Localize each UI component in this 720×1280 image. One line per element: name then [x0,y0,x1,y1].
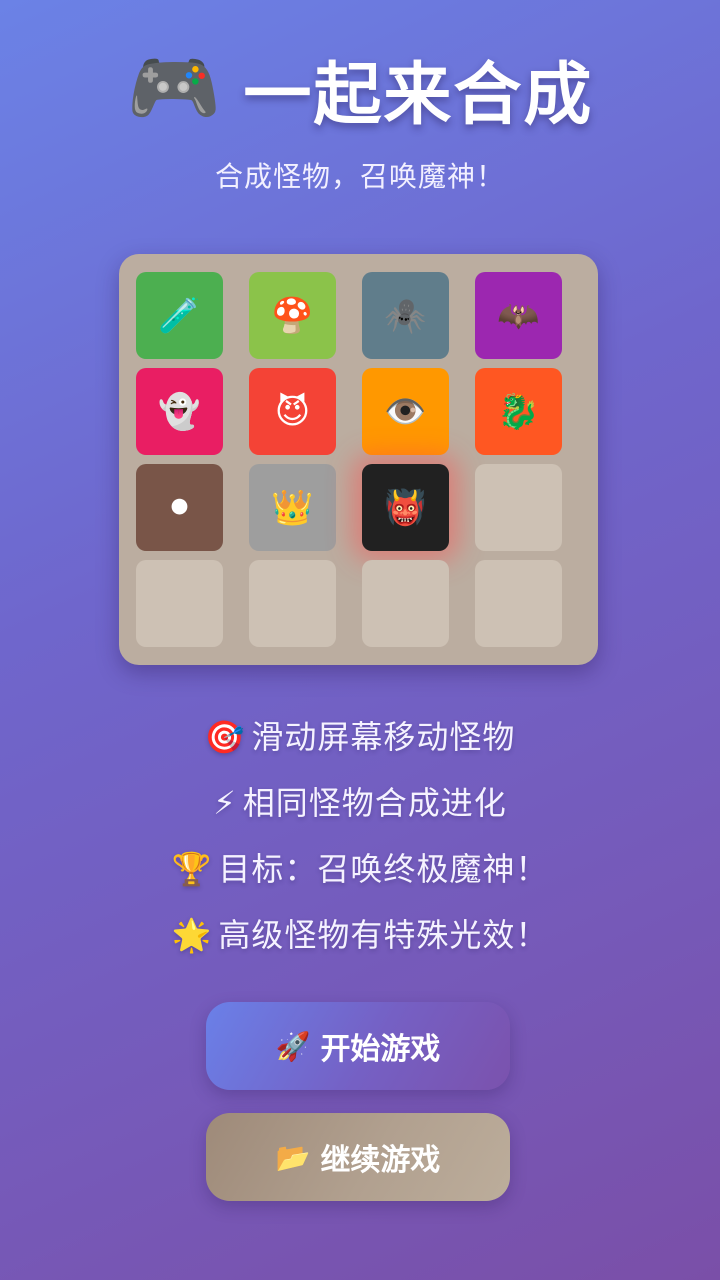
game-board[interactable]: 🧪 🍄 🕷️ 🦇 👻 😈 👁️ 🐉 ⚫ 👑 👹 [119,254,598,665]
board-tile: 👑 [249,464,336,551]
demon-god-icon: 👹 [384,487,427,528]
instruction-line: 🎯 滑动屏幕移动怪物 [0,712,720,758]
bat-icon: 🦇 [497,295,540,336]
board-tile: 😈 [249,368,336,455]
potion-icon: 🧪 [158,295,201,336]
crown-icon: 👑 [271,487,314,528]
instruction-line: 🏆 目标：召唤终极魔神！ [0,844,720,890]
empty-cell [249,560,336,647]
lightning-icon: ⚡ [213,784,237,822]
trophy-icon: 🏆 [171,850,213,888]
board-tile: ⚫ [136,464,223,551]
instruction-text: 滑动屏幕移动怪物 [251,718,516,756]
instruction-line: ⚡ 相同怪物合成进化 [0,778,720,824]
ghost-icon: 👻 [158,391,201,432]
spider-icon: 🕷️ [384,295,427,336]
board-tile: 👻 [136,368,223,455]
empty-cell [475,560,562,647]
folder-icon: 📂 [275,1140,311,1174]
instruction-text: 相同怪物合成进化 [242,784,507,822]
game-title: 一起来合成 [243,55,594,135]
rocket-icon: 🚀 [275,1029,311,1063]
instruction-line: 🌟 高级怪物有特殊光效！ [0,910,720,956]
continue-game-button[interactable]: 📂 继续游戏 [206,1113,510,1201]
board-tile: 🧪 [136,272,223,359]
title-bar: 🎮 一起来合成 [0,38,720,138]
dark-orb-icon: ⚫ [165,487,194,528]
instruction-text: 高级怪物有特殊光效！ [218,916,549,954]
board-tile: 👁️ [362,368,449,455]
gamepad-icon: 🎮 [126,43,222,132]
eye-icon: 👁️ [384,391,427,432]
empty-cell [475,464,562,551]
start-game-button[interactable]: 🚀 开始游戏 [206,1002,510,1090]
instruction-text: 目标：召唤终极魔神！ [218,850,549,888]
start-game-label: 开始游戏 [320,1032,441,1067]
target-icon: 🎯 [204,718,246,756]
empty-cell [136,560,223,647]
board-tile: 🍄 [249,272,336,359]
devil-icon: 😈 [274,391,311,432]
board-tile: 🦇 [475,272,562,359]
empty-cell [362,560,449,647]
continue-game-label: 继续游戏 [320,1143,441,1178]
board-tile: 👹 [362,464,449,551]
dragon-icon: 🐉 [497,391,540,432]
game-subtitle: 合成怪物，召唤魔神！ [214,160,505,193]
board-tile: 🕷️ [362,272,449,359]
mushroom-icon: 🍄 [271,295,314,336]
star-icon: 🌟 [171,916,213,954]
board-tile: 🐉 [475,368,562,455]
